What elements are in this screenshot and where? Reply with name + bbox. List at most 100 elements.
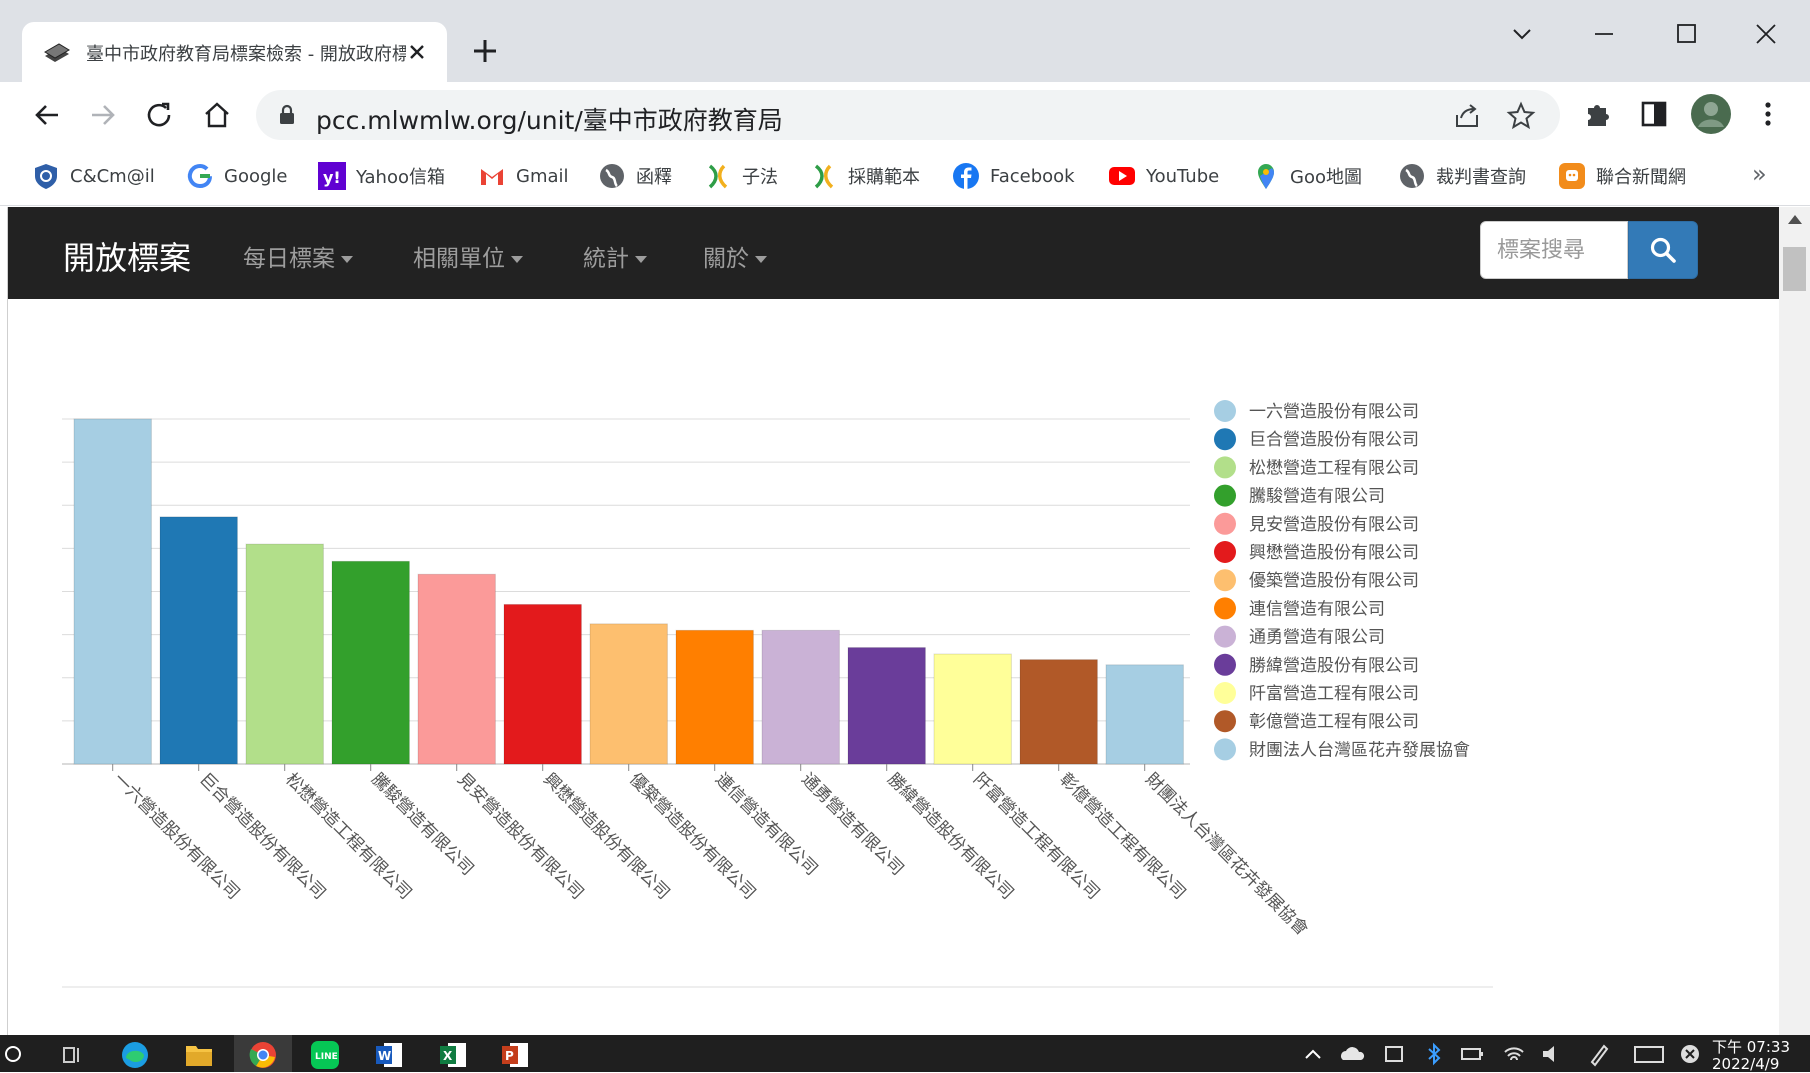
legend-label: 通勇營造有限公司 — [1249, 628, 1385, 648]
legend-label: 見安營造股份有限公司 — [1249, 515, 1419, 535]
chevron-up-icon[interactable] — [1300, 1038, 1326, 1070]
chart-bar — [761, 629, 840, 765]
bookmark-label: C&Cm@il — [70, 165, 155, 187]
bookmark-item[interactable]: Facebook — [952, 158, 1075, 194]
scroll-up-arrow-icon[interactable] — [1788, 215, 1802, 224]
back-icon[interactable] — [28, 96, 66, 134]
tab-search-icon[interactable] — [1498, 16, 1546, 52]
menu-units[interactable]: 相關單位 — [413, 239, 523, 273]
bookmark-item[interactable]: YouTube — [1108, 158, 1219, 194]
svg-text:y!: y! — [323, 168, 341, 187]
powerpoint-icon[interactable]: P — [498, 1038, 532, 1070]
search-button[interactable] — [1628, 221, 1698, 279]
reload-icon[interactable] — [140, 96, 178, 134]
battery-icon[interactable] — [1458, 1038, 1486, 1070]
tab-title: 臺中市政府教育局標案檢索 - 開放政府標 — [86, 44, 406, 65]
search-input[interactable] — [1480, 221, 1628, 279]
youtube-icon — [1109, 167, 1135, 185]
clock-time: 下午 07:33 — [1712, 1038, 1790, 1056]
bookmark-item[interactable]: Gmail — [478, 158, 569, 194]
menu-label: 關於 — [703, 246, 749, 272]
menu-about[interactable]: 關於 — [703, 239, 767, 273]
chart-bar — [331, 560, 410, 765]
forward-icon[interactable] — [84, 96, 122, 134]
legend-label: 連信營造有限公司 — [1249, 599, 1385, 619]
chart-area: 一六營造股份有限公司 巨合營造股份有限公司 松懋營造工程有限公司 騰駿營造有限公司 見安… — [8, 299, 1780, 1035]
bluetooth-icon[interactable] — [1420, 1038, 1448, 1070]
menu-daily[interactable]: 每日標案 — [243, 239, 353, 273]
bookmark-item[interactable]: 聯合新聞網 — [1558, 158, 1686, 194]
legend-swatch — [1214, 456, 1236, 479]
edge-icon[interactable] — [118, 1038, 152, 1070]
bookmark-star-icon[interactable] — [1506, 101, 1536, 131]
browser-tab[interactable]: 臺中市政府教育局標案檢索 - 開放政府標 — [22, 22, 447, 82]
bookmarks-overflow-button[interactable]: » — [1752, 160, 1767, 188]
bookmark-item[interactable]: Goo地圖 — [1252, 158, 1362, 194]
profile-avatar-icon[interactable] — [1690, 93, 1732, 135]
extensions-icon[interactable] — [1580, 96, 1616, 132]
chrome-icon[interactable] — [246, 1038, 280, 1070]
document-stack-icon — [44, 43, 70, 62]
task-view-icon[interactable] — [56, 1038, 90, 1070]
line-app-icon[interactable]: LINE — [308, 1038, 342, 1070]
bookmark-item[interactable]: 採購範本 — [810, 158, 920, 194]
chart-bar — [73, 418, 152, 765]
url-text[interactable]: pcc.mlwmlw.org/unit/臺中市政府教育局 — [316, 101, 783, 137]
legend-label: 優築營造股份有限公司 — [1249, 571, 1419, 591]
close-window-icon[interactable] — [1742, 16, 1790, 52]
legend-label: 阡富營造工程有限公司 — [1249, 684, 1419, 704]
menu-kebab-icon[interactable] — [1750, 96, 1786, 132]
notification-icon[interactable] — [1676, 1038, 1704, 1070]
menu-stats[interactable]: 統計 — [583, 239, 647, 273]
legend-swatch — [1214, 400, 1236, 422]
caret-down-icon — [755, 256, 767, 263]
bookmark-item[interactable]: 子法 — [704, 158, 778, 194]
excel-icon[interactable]: X — [436, 1038, 470, 1070]
lock-icon[interactable] — [276, 104, 298, 126]
bookmark-label: 裁判書查詢 — [1436, 167, 1526, 188]
legend-swatch — [1214, 569, 1236, 592]
file-explorer-icon[interactable] — [182, 1038, 216, 1070]
vertical-scrollbar[interactable] — [1779, 207, 1810, 1035]
google-icon — [187, 164, 212, 189]
legend-label: 松懋營造工程有限公司 — [1249, 458, 1419, 478]
bookmark-item[interactable]: Google — [186, 158, 287, 194]
scrollbar-thumb[interactable] — [1783, 247, 1806, 291]
device-icon[interactable] — [1380, 1038, 1408, 1070]
share-icon[interactable] — [1452, 101, 1482, 131]
bookmark-item[interactable]: C&Cm@il — [32, 158, 155, 194]
minimize-icon[interactable] — [1580, 16, 1628, 52]
word-icon[interactable]: W — [372, 1038, 406, 1070]
site-brand[interactable]: 開放標案 — [63, 233, 191, 279]
pen-icon[interactable] — [1584, 1038, 1612, 1070]
side-panel-icon[interactable] — [1636, 96, 1672, 132]
search-icon[interactable] — [2, 1038, 24, 1070]
chart-bar — [589, 623, 668, 765]
legend-swatch — [1214, 682, 1236, 704]
wifi-icon[interactable] — [1500, 1038, 1528, 1070]
legend-swatch — [1214, 597, 1236, 620]
legend-label: 巨合營造股份有限公司 — [1249, 430, 1419, 450]
bookmark-label: 子法 — [742, 167, 778, 188]
close-tab-icon[interactable] — [401, 36, 433, 68]
keyboard-icon[interactable] — [1632, 1038, 1666, 1070]
chart-bar — [503, 603, 582, 765]
bookmark-item[interactable]: 函釋 — [598, 158, 672, 194]
bookmark-item[interactable]: y! Yahoo信箱 — [318, 158, 445, 194]
bookmark-label: Goo地圖 — [1290, 167, 1362, 188]
address-bar[interactable]: pcc.mlwmlw.org/unit/臺中市政府教育局 — [256, 90, 1560, 140]
legend-label: 勝緯營造股份有限公司 — [1249, 656, 1419, 676]
bookmark-item[interactable]: 裁判書查詢 — [1398, 158, 1526, 194]
browser-toolbar: pcc.mlwmlw.org/unit/臺中市政府教育局 — [0, 82, 1810, 148]
home-icon[interactable] — [198, 96, 236, 134]
onedrive-icon[interactable] — [1338, 1038, 1366, 1070]
legend-label: 財團法人台灣區花卉發展協會 — [1249, 740, 1470, 760]
volume-icon[interactable] — [1538, 1038, 1566, 1070]
maximize-icon[interactable] — [1662, 16, 1710, 52]
bookmark-label: Yahoo信箱 — [356, 167, 445, 188]
chart-bar — [159, 516, 238, 765]
svg-text:P: P — [505, 1049, 514, 1063]
new-tab-icon[interactable] — [468, 34, 502, 68]
taskbar-clock[interactable]: 下午 07:33 2022/4/9 — [1712, 1039, 1790, 1073]
legend-label: 彰億營造工程有限公司 — [1249, 712, 1419, 732]
